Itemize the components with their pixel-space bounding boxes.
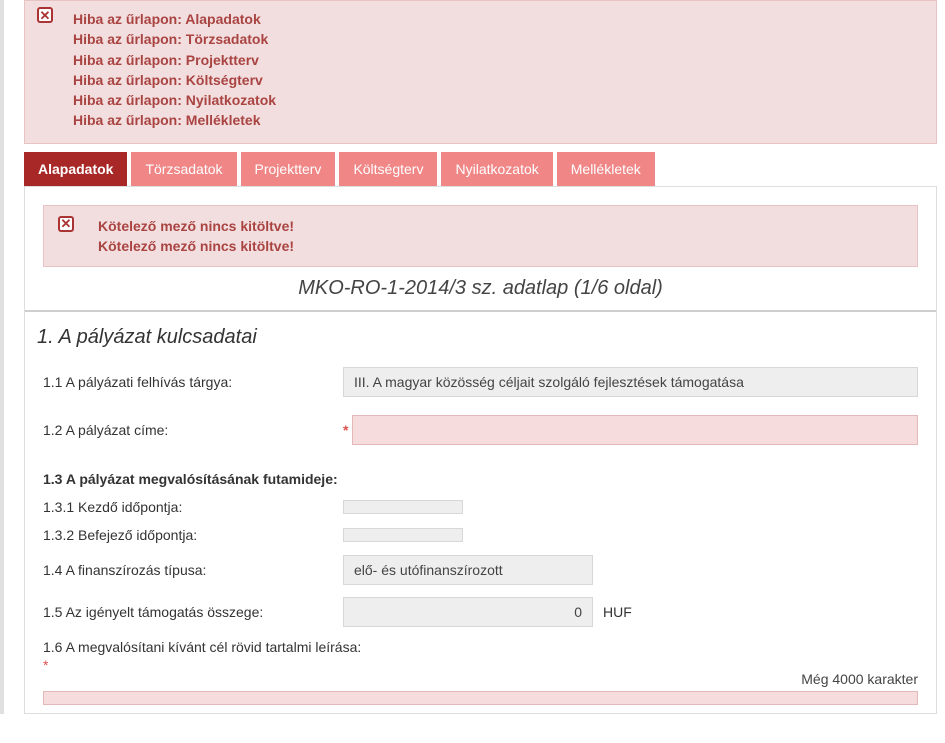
row-1-5: 1.5 Az igényelt támogatás összege: 0 HUF <box>43 597 918 627</box>
row-1-1: 1.1 A pályázati felhívás tárgya: III. A … <box>43 367 918 397</box>
label-1-2: 1.2 A pályázat címe: <box>43 422 343 438</box>
tabs: Alapadatok Törzsadatok Projektterv Költs… <box>24 152 937 186</box>
inner-error-line: Kötelező mező nincs kitöltve! <box>98 236 903 256</box>
row-1-4: 1.4 A finanszírozás típusa: elő- és utóf… <box>43 555 918 585</box>
error-line: Hiba az űrlapon: Alapadatok <box>73 9 924 29</box>
label-1-3: 1.3 A pályázat megvalósításának futamide… <box>43 471 918 487</box>
inner-error-line: Kötelező mező nincs kitöltve! <box>98 216 903 236</box>
row-1-3-2: 1.3.2 Befejező időpontja: <box>43 527 918 543</box>
field-1-3-2 <box>343 528 463 542</box>
tab-mellekletek[interactable]: Mellékletek <box>557 152 655 186</box>
field-1-1: III. A magyar közösség céljait szolgáló … <box>343 367 918 397</box>
separator <box>25 310 936 312</box>
field-1-3-1 <box>343 500 463 514</box>
char-counter: Még 4000 karakter <box>43 671 918 687</box>
form-panel: ✕ Kötelező mező nincs kitöltve! Kötelező… <box>24 186 937 715</box>
label-1-3-1: 1.3.1 Kezdő időpontja: <box>43 499 343 515</box>
tab-torzsadatok[interactable]: Törzsadatok <box>131 152 236 186</box>
row-1-6: 1.6 A megvalósítani kívánt cél rövid tar… <box>43 639 918 655</box>
input-1-2-title[interactable] <box>352 415 918 445</box>
top-error-banner: ✕ Hiba az űrlapon: Alapadatok Hiba az űr… <box>24 0 937 144</box>
error-line: Hiba az űrlapon: Mellékletek <box>73 110 924 130</box>
required-star: * <box>343 422 348 438</box>
error-line: Hiba az űrlapon: Költségterv <box>73 70 924 90</box>
field-1-5: 0 <box>343 597 593 627</box>
label-1-3-2: 1.3.2 Befejező időpontja: <box>43 527 343 543</box>
textarea-1-6[interactable] <box>43 691 918 705</box>
error-lines: Hiba az űrlapon: Alapadatok Hiba az űrla… <box>73 9 924 131</box>
error-line: Hiba az űrlapon: Projektterv <box>73 50 924 70</box>
inner-error-banner: ✕ Kötelező mező nincs kitöltve! Kötelező… <box>43 205 918 268</box>
label-1-6: 1.6 A megvalósítani kívánt cél rövid tar… <box>43 639 361 655</box>
tab-nyilatkozatok[interactable]: Nyilatkozatok <box>441 152 552 186</box>
tab-alapadatok[interactable]: Alapadatok <box>24 152 127 186</box>
tab-projektterv[interactable]: Projektterv <box>241 152 336 186</box>
row-1-3-1: 1.3.1 Kezdő időpontja: <box>43 499 918 515</box>
error-line: Hiba az űrlapon: Nyilatkozatok <box>73 90 924 110</box>
page-title: MKO-RO-1-2014/3 sz. adatlap (1/6 oldal) <box>43 277 918 300</box>
currency-label: HUF <box>603 604 632 620</box>
field-1-4: elő- és utófinanszírozott <box>343 555 593 585</box>
tab-koltsegterv[interactable]: Költségterv <box>339 152 437 186</box>
label-1-5: 1.5 Az igényelt támogatás összege: <box>43 604 343 620</box>
error-icon: ✕ <box>37 7 53 23</box>
error-icon: ✕ <box>58 216 74 232</box>
section-title: 1. A pályázat kulcsadatai <box>37 326 918 349</box>
label-1-4: 1.4 A finanszírozás típusa: <box>43 562 343 578</box>
label-1-1: 1.1 A pályázati felhívás tárgya: <box>43 374 343 390</box>
row-1-2: 1.2 A pályázat címe: * <box>43 415 918 445</box>
error-line: Hiba az űrlapon: Törzsadatok <box>73 29 924 49</box>
